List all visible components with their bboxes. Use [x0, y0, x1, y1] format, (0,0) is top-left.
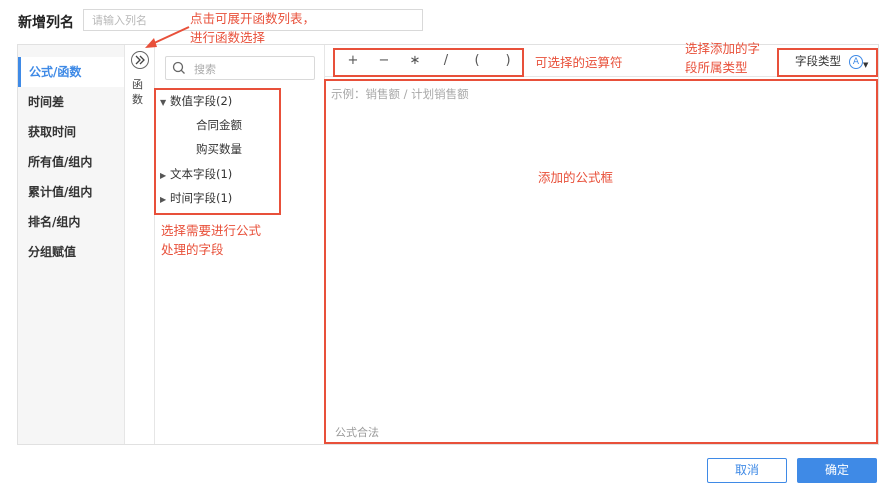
annotation-fields-note: 选择需要进行公式 处理的字段 — [161, 221, 261, 259]
formula-area: 公式合法 — [325, 78, 878, 444]
field-search-placeholder: 搜索 — [194, 63, 216, 76]
double-chevron-right-icon[interactable] — [131, 51, 149, 69]
caret-right-icon: ▶ — [160, 171, 167, 180]
tree-field-contract-amount[interactable]: 合同金额 — [196, 117, 242, 133]
operator-left-paren-button[interactable]: ( — [469, 53, 485, 68]
annotation-formula-note: 添加的公式框 — [538, 170, 614, 185]
confirm-button[interactable]: 确定 — [797, 458, 877, 483]
dropdown-caret-icon: ▼ — [863, 61, 869, 69]
operator-plus-button[interactable]: + — [345, 53, 361, 68]
operator-divide-button[interactable]: / — [438, 53, 454, 68]
annotation-text: 点击可展开函数列表， — [190, 11, 316, 26]
nav-item-rank[interactable]: 排名/组内 — [18, 207, 124, 237]
nav-item-get-time[interactable]: 获取时间 — [18, 117, 124, 147]
nav-item-group-assign[interactable]: 分组赋值 — [18, 237, 124, 267]
tree-group-label: 时间字段(1) — [170, 191, 233, 205]
field-search-box[interactable]: 搜索 — [165, 56, 315, 80]
operator-multiply-button[interactable]: ∗ — [407, 53, 423, 68]
annotation-text: 段所属类型 — [685, 60, 748, 75]
dialog-title: 新增列名 — [18, 15, 74, 31]
cancel-button[interactable]: 取消 — [707, 458, 787, 483]
function-column: 函数 — [125, 45, 155, 444]
left-nav: 公式/函数 时间差 获取时间 所有值/组内 累计值/组内 排名/组内 分组赋值 — [18, 45, 125, 444]
formula-input[interactable] — [331, 86, 871, 426]
operator-right-paren-button[interactable]: ) — [500, 53, 516, 68]
tree-group-text[interactable]: ▶ 文本字段(1) — [160, 166, 232, 182]
formula-editor-panel: 公式/函数 时间差 获取时间 所有值/组内 累计值/组内 排名/组内 分组赋值 … — [17, 44, 879, 445]
annotation-text: 选择添加的字 — [685, 41, 761, 56]
annotation-expand-note: 点击可展开函数列表， 进行函数选择 — [190, 9, 315, 47]
tree-group-time[interactable]: ▶ 时间字段(1) — [160, 190, 232, 206]
nav-item-cumulative[interactable]: 累计值/组内 — [18, 177, 124, 207]
caret-right-icon: ▶ — [160, 195, 167, 204]
annotation-text: 处理的字段 — [161, 242, 224, 257]
nav-item-formula-function[interactable]: 公式/函数 — [18, 57, 124, 87]
tree-group-numeric[interactable]: ▼ 数值字段(2) — [160, 93, 232, 109]
field-type-a-icon: A — [849, 54, 863, 69]
tree-group-label: 数值字段(2) — [170, 94, 233, 108]
annotation-arrow-icon — [145, 26, 190, 48]
function-label: 函数 — [132, 78, 143, 106]
nav-item-all-values[interactable]: 所有值/组内 — [18, 147, 124, 177]
search-icon — [172, 61, 185, 74]
nav-item-time-diff[interactable]: 时间差 — [18, 87, 124, 117]
annotation-operators-note: 可选择的运算符 — [535, 55, 623, 70]
formula-status: 公式合法 — [335, 426, 379, 439]
field-type-selector[interactable]: 字段类型 A ▼ — [795, 53, 868, 69]
caret-down-icon: ▼ — [160, 98, 167, 107]
operator-minus-button[interactable]: − — [376, 53, 392, 68]
annotation-field-type-note: 选择添加的字 段所属类型 — [685, 39, 760, 77]
annotation-text: 进行函数选择 — [190, 30, 266, 45]
field-type-label: 字段类型 — [795, 54, 841, 68]
annotation-text: 选择需要进行公式 — [161, 223, 262, 238]
tree-group-label: 文本字段(1) — [170, 167, 233, 181]
tree-field-purchase-qty[interactable]: 购买数量 — [196, 141, 242, 157]
